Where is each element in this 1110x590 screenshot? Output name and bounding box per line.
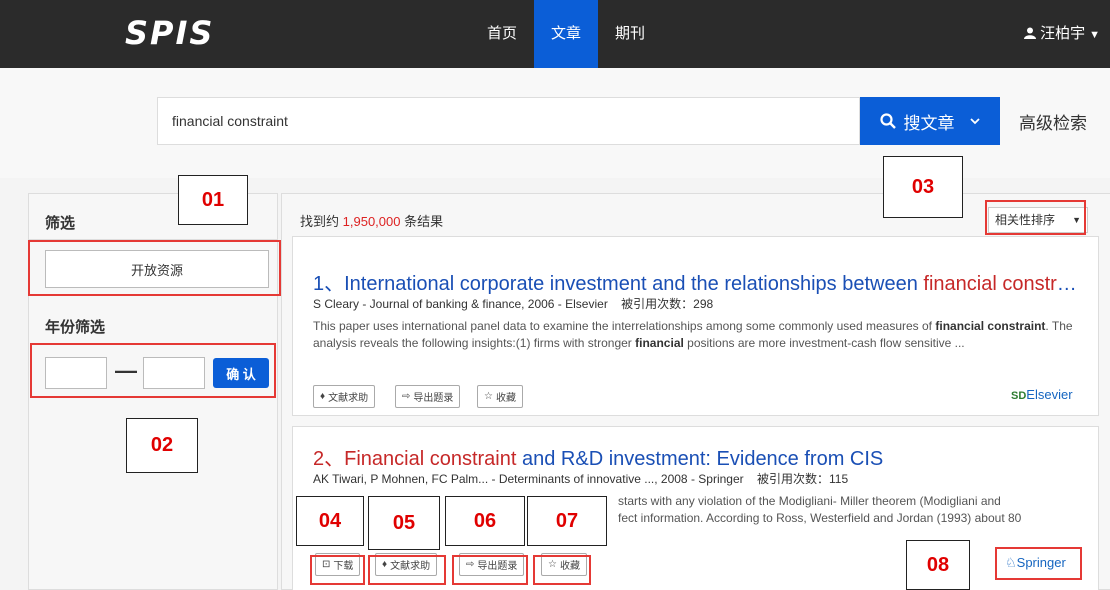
user-icon [1024, 27, 1037, 39]
title-highlight: financial constrai... [923, 273, 1083, 295]
chevron-down-icon: ▼ [1089, 29, 1100, 41]
cited-count[interactable]: 被引用次数：298 [621, 297, 713, 311]
highlight-box [368, 555, 446, 585]
button-label: 导出题录 [413, 393, 454, 404]
highlight-box [28, 240, 281, 296]
highlight-box [995, 547, 1082, 580]
result-count-suffix: 条结果 [404, 214, 444, 229]
abstract-text: This paper uses international panel data… [313, 319, 933, 333]
title-text: 1、International corporate investment and… [313, 273, 918, 295]
top-navbar: SPIS 首页 文章 期刊 汪柏宇 ▼ [0, 0, 1110, 68]
annotation-label: 08 [906, 540, 970, 590]
result-count-prefix: 找到约 [300, 214, 340, 229]
search-articles-button[interactable]: 搜文章 [860, 97, 1000, 145]
annotation-label: 04 [296, 496, 364, 546]
highlight-box [310, 555, 365, 585]
abstract-text: fect information. According to Ross, Wes… [618, 511, 1022, 525]
nav-articles[interactable]: 文章 [534, 0, 598, 68]
logo[interactable]: SPIS [125, 14, 214, 52]
star-icon: ☆ [484, 391, 493, 402]
meta-text: S Cleary - Journal of banking & finance,… [313, 297, 608, 311]
abstract-keyword: financial [635, 336, 684, 350]
result-meta: AK Tiwari, P Mohnen, FC Palm... - Determ… [313, 470, 848, 487]
result-abstract: This paper uses international panel data… [313, 318, 1083, 352]
cited-count[interactable]: 被引用次数：115 [757, 472, 848, 486]
highlight-box [985, 200, 1086, 235]
result-title[interactable]: 2、Financial constraint and R&D investmen… [313, 442, 1083, 471]
annotation-label: 07 [527, 496, 607, 546]
publisher-name: Elsevier [1026, 387, 1073, 402]
annotation-label: 06 [445, 496, 525, 546]
bulb-icon: ♦ [320, 391, 326, 402]
highlight-box [452, 555, 528, 585]
button-label: 文献求助 [328, 393, 369, 404]
annotation-label: 03 [883, 156, 963, 218]
title-highlight: 2、Financial constraint [313, 448, 517, 470]
publisher-link[interactable]: SDElsevier [1011, 387, 1073, 402]
annotation-label: 01 [178, 175, 248, 225]
annotation-label: 05 [368, 496, 440, 550]
title-text: and R&D investment: Evidence from CIS [522, 448, 884, 470]
result-abstract: starts with any violation of the Modigli… [618, 493, 1078, 510]
abstract-text: positions are more investment-cash flow … [687, 336, 965, 350]
result-count: 找到约 1,950,000 条结果 [300, 211, 443, 230]
export-icon: ⇨ [402, 391, 411, 402]
year-filter-title: 年份筛选 [45, 319, 106, 336]
nav-journals[interactable]: 期刊 [598, 0, 662, 68]
search-button-label: 搜文章 [903, 113, 955, 133]
result-meta: S Cleary - Journal of banking & finance,… [313, 295, 713, 312]
result-title[interactable]: 1、International corporate investment and… [313, 267, 1083, 296]
user-menu[interactable]: 汪柏宇 ▼ [1024, 0, 1100, 68]
highlight-box [30, 343, 276, 398]
advanced-search-link[interactable]: 高级检索 [1019, 109, 1087, 134]
sd-logo-icon: SD [1011, 390, 1027, 402]
abstract-text: starts with any violation of the Modigli… [618, 494, 1001, 508]
button-label: 收藏 [495, 393, 516, 404]
search-icon [879, 113, 896, 129]
user-name: 汪柏宇 [1040, 25, 1086, 42]
abstract-keyword: financial [935, 319, 985, 333]
highlight-box [533, 555, 591, 585]
request-document-button[interactable]: ♦ 文献求助 [313, 385, 376, 408]
annotation-label: 02 [126, 418, 198, 473]
result-card: 1、International corporate investment and… [292, 236, 1099, 416]
meta-text: AK Tiwari, P Mohnen, FC Palm... - Determ… [313, 472, 744, 486]
chevron-down-icon [969, 118, 980, 125]
result-abstract: fect information. According to Ross, Wes… [618, 510, 1078, 527]
filter-title: 筛选 [45, 215, 76, 232]
nav-home[interactable]: 首页 [470, 0, 534, 68]
search-input[interactable] [157, 97, 860, 145]
export-citation-button[interactable]: ⇨ 导出题录 [395, 385, 461, 408]
abstract-keyword: constraint [987, 319, 1046, 333]
result-count-number: 1,950,000 [342, 214, 401, 229]
favorite-button[interactable]: ☆ 收藏 [477, 385, 523, 408]
